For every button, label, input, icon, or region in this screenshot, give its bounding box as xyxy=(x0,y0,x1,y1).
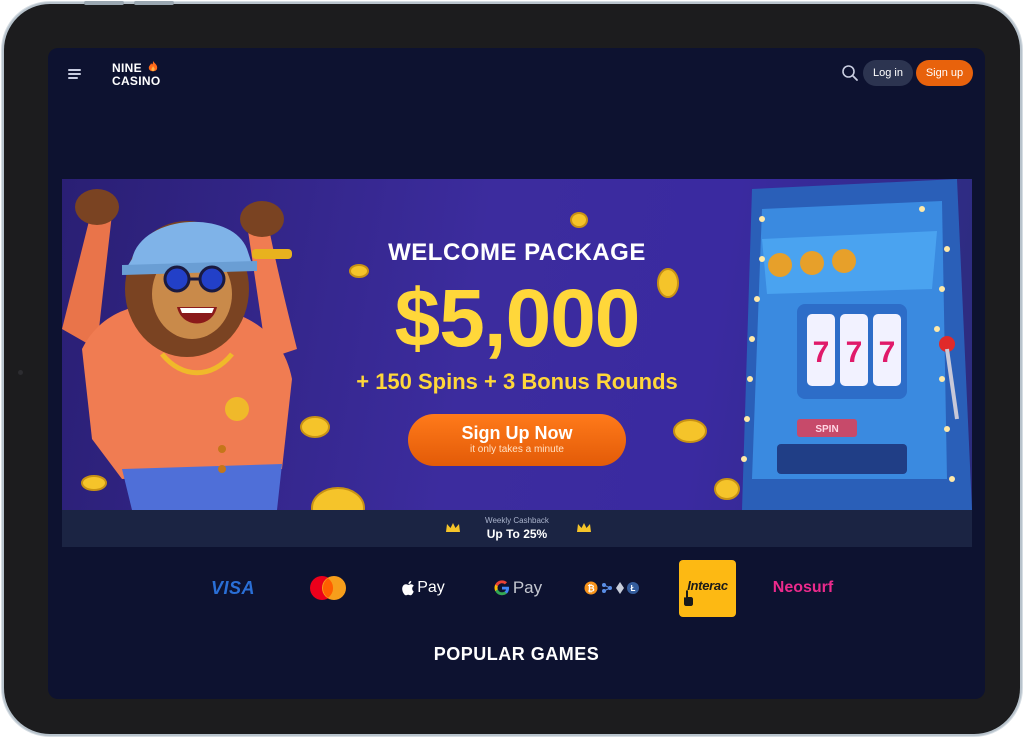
menu-icon[interactable] xyxy=(68,69,81,79)
ethereum-icon xyxy=(616,582,624,594)
interac-logo: Interac xyxy=(679,553,736,623)
browser-screen: NINE CASINO Log in Sign up WELCOME PACKA… xyxy=(48,48,985,699)
google-g-icon xyxy=(494,580,509,596)
search-icon[interactable] xyxy=(841,64,859,82)
logo-line-casino: CASINO xyxy=(112,74,161,88)
apple-pay-logo: Pay xyxy=(393,553,453,623)
google-pay-logo: Pay xyxy=(488,553,548,623)
welcome-package-title: WELCOME PACKAGE xyxy=(388,239,646,266)
bonus-amount: $5,000 xyxy=(394,273,641,364)
cta-sublabel: it only takes a minute xyxy=(470,444,564,455)
apple-pay-label: Pay xyxy=(417,579,445,596)
login-button[interactable]: Log in xyxy=(863,60,913,86)
mastercard-icon xyxy=(303,553,353,623)
site-header: NINE CASINO Log in Sign up xyxy=(48,48,985,98)
pointing-hand-icon xyxy=(684,589,693,606)
tablet-frame: NINE CASINO Log in Sign up WELCOME PACKA… xyxy=(4,1,1020,734)
lion-flame-icon xyxy=(148,61,158,72)
neosurf-logo: Neosurf xyxy=(768,553,838,623)
cashback-label: Weekly Cashback xyxy=(485,516,549,525)
crypto-icons: ₿ Ł xyxy=(581,553,641,623)
sign-up-now-button[interactable]: Sign Up Now it only takes a minute xyxy=(408,414,626,466)
camera-icon xyxy=(18,370,23,375)
cashback-banner[interactable]: Weekly Cashback Up To 25% xyxy=(62,510,972,547)
visa-label: VISA xyxy=(210,577,255,598)
cta-label: Sign Up Now xyxy=(461,423,573,443)
popular-games-heading: POPULAR GAMES xyxy=(433,644,600,664)
svg-text:Ł: Ł xyxy=(631,584,636,593)
apple-icon xyxy=(402,580,415,596)
tablet-top-button xyxy=(134,1,174,5)
welcome-banner[interactable]: WELCOME PACKAGE $5,000 + 150 Spins + 3 B… xyxy=(62,179,972,510)
bonus-extras: + 150 Spins + 3 Bonus Rounds xyxy=(356,369,678,394)
crown-icon xyxy=(577,523,591,532)
visa-logo: VISA xyxy=(198,553,268,623)
cashback-value: Up To 25% xyxy=(486,527,548,541)
google-pay-label: Pay xyxy=(512,578,543,597)
slot-machine-icon xyxy=(742,179,972,510)
nine-casino-logo[interactable]: NINE CASINO xyxy=(112,60,174,90)
tablet-top-button xyxy=(84,1,124,5)
ripple-icon xyxy=(602,583,612,593)
signup-button[interactable]: Sign up xyxy=(916,60,973,86)
neosurf-label: Neosurf xyxy=(772,579,834,596)
payment-methods: VISA Pay Pay ₿ Ł Interac Neosurf xyxy=(48,553,985,623)
logo-line-nine: NINE xyxy=(112,61,142,75)
lion-mascot-icon xyxy=(62,189,297,510)
svg-text:₿: ₿ xyxy=(587,584,594,594)
